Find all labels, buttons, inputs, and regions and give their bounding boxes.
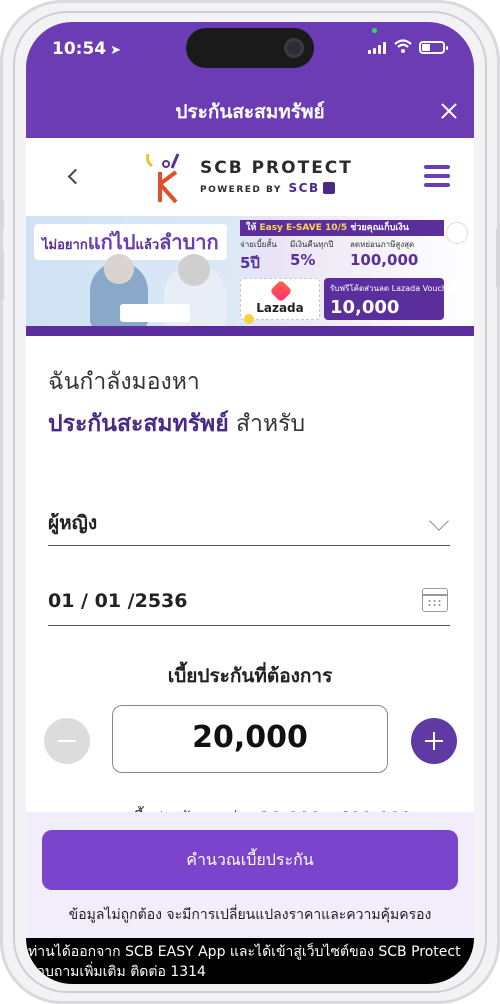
logo-mark-icon	[146, 153, 180, 204]
screen: 10:54 ➤ ประกันสะสมทรัพย์ SCB PROTECT POW…	[26, 22, 474, 984]
status-time: 10:54 ➤	[52, 39, 121, 59]
prompt-suffix: สำหรับ	[236, 411, 306, 437]
volume-up-button	[0, 250, 4, 300]
headline-mid: แล้ว	[135, 238, 160, 253]
premium-label: เบี้ยประกันที่ต้องการ	[167, 665, 333, 687]
headline-word2: ลำบาก	[159, 230, 219, 254]
location-arrow-icon: ➤	[110, 43, 122, 58]
promo-tax: ลดหย่อนภาษีสูงสุด 100,000	[350, 240, 419, 269]
top-bar: 10:54 ➤ ประกันสะสมทรัพย์	[26, 22, 474, 138]
bottom-panel: คำนวณเบี้ยประกัน ข้อมูลไม่ถูกต้อง จะมีกา…	[26, 812, 474, 938]
close-button[interactable]	[438, 100, 460, 122]
lazada-logo: Lazada	[240, 278, 320, 320]
headline-pre: ไม่อยาก	[42, 238, 88, 253]
product-name: ประกันสะสมทรัพย์	[48, 411, 229, 437]
banner-brand-icon	[446, 222, 468, 244]
mute-switch	[0, 200, 4, 230]
promo-banner[interactable]: ไม่อยากแก่ไปแล้วลำบาก ให้ Easy E-SAVE 10…	[26, 216, 474, 336]
page-title: ประกันสะสมทรัพย์	[175, 101, 325, 123]
battery-icon	[419, 41, 448, 54]
calendar-icon[interactable]	[422, 588, 448, 612]
wifi-icon	[394, 39, 412, 53]
voucher-badge: รับฟรีโค้ดส่วนลด Lazada Voucher 10,000	[324, 278, 455, 320]
increase-premium-button[interactable]	[411, 718, 457, 764]
scb-icon	[322, 182, 335, 194]
nav-bar: SCB PROTECT POWERED BY SCB	[26, 138, 474, 216]
signal-icon	[368, 42, 388, 54]
promo-return: มีเงินคืนทุกปี 5%	[290, 240, 334, 269]
clock-text: 10:54	[52, 39, 107, 59]
promo-title: ให้ Easy E-SAVE 10/5 ช่วยคุณเก็บเงิน	[240, 220, 444, 236]
calculate-premium-button[interactable]: คำนวณเบี้ยประกัน	[42, 830, 458, 890]
promo-details: ให้ Easy E-SAVE 10/5 ช่วยคุณเก็บเงิน จ่า…	[240, 220, 455, 322]
prompt-line2: ประกันสะสมทรัพย์ สำหรับ	[48, 406, 305, 442]
logo-subtitle: POWERED BY SCB	[200, 181, 335, 195]
chevron-down-icon	[429, 511, 449, 531]
logo-powered-by: POWERED BY	[200, 185, 282, 195]
banner-footer-strip	[26, 326, 474, 336]
dob-value: 01 / 01 /2536	[48, 590, 188, 612]
prompt-line1: ฉันกำลังมองหา	[48, 369, 200, 395]
camera-indicator-dot	[372, 28, 377, 33]
premium-amount-input[interactable]: 20,000	[112, 705, 388, 773]
promo-pay-term: จ่ายเบี้ยสั้น 5ปี	[240, 240, 277, 272]
exit-notice-ticker: ท่านได้ออกจาก SCB EASY App และได้เข้าสู่…	[26, 938, 474, 984]
hamburger-menu-button[interactable]	[424, 165, 450, 187]
gender-value: ผู้หญิง	[48, 512, 98, 534]
date-of-birth-field[interactable]: 01 / 01 /2536	[48, 574, 450, 626]
ticker-line1: ท่านได้ออกจาก SCB EASY App และได้เข้าสู่…	[28, 944, 461, 960]
power-button	[496, 228, 500, 288]
ticker-line2: สอบถามเพิ่มเติม ติดต่อ 1314	[28, 964, 206, 980]
back-button[interactable]	[64, 165, 86, 187]
dynamic-island	[186, 28, 314, 68]
carousel-dot[interactable]	[244, 314, 254, 324]
gender-select[interactable]: ผู้หญิง	[48, 494, 450, 546]
elderly-couple-image	[60, 254, 240, 328]
logo-brand: SCB	[288, 181, 320, 195]
logo-title: SCB PROTECT	[200, 158, 353, 178]
camera-icon	[284, 38, 304, 58]
scb-protect-logo[interactable]: SCB PROTECT POWERED BY SCB	[144, 148, 351, 206]
disclaimer-text: ข้อมูลไม่ถูกต้อง จะมีการเปลี่ยนแปลงราคาแ…	[68, 907, 432, 923]
decrease-premium-button[interactable]	[44, 718, 90, 764]
headline-word1: แก่ไป	[87, 230, 136, 254]
